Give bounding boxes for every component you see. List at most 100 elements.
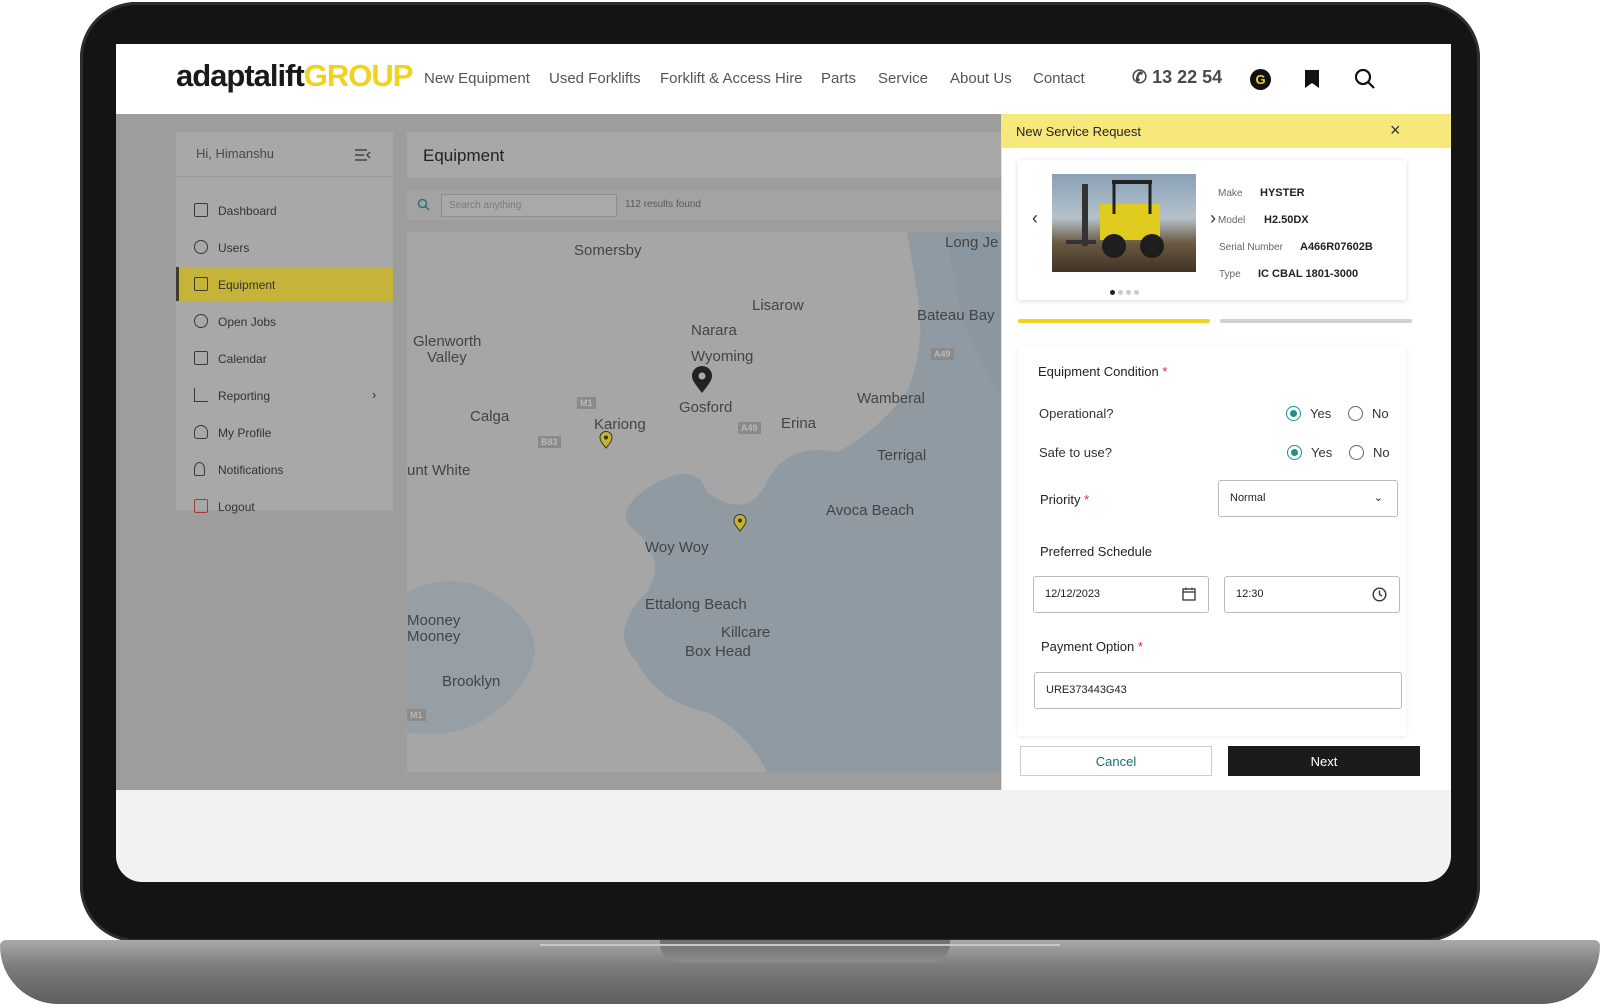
map-place: Box Head	[685, 643, 751, 660]
safe-yes-radio[interactable]	[1287, 445, 1302, 460]
serial-label: Serial Number	[1219, 242, 1283, 253]
g-account-icon[interactable]: G	[1250, 69, 1271, 90]
greeting: Hi, Himanshu	[196, 146, 275, 161]
bookmark-icon[interactable]	[1304, 69, 1320, 94]
radio-label: No	[1373, 445, 1390, 460]
operational-question: Operational?	[1039, 406, 1114, 421]
map-place: Ettalong Beach	[645, 596, 747, 613]
search-bar: Search anything 112 results found	[407, 190, 1027, 220]
phone-link[interactable]: ✆ 13 22 54	[1132, 67, 1222, 88]
calendar-icon	[194, 351, 208, 365]
map-place: Somersby	[574, 242, 642, 259]
type-label: Type	[1219, 269, 1241, 280]
map-place: Glenworth	[413, 333, 482, 350]
map-place: unt White	[407, 462, 471, 479]
panel-header: New Service Request ×	[1002, 114, 1451, 148]
payment-label: Payment Option *	[1041, 639, 1143, 654]
cancel-button[interactable]: Cancel	[1020, 746, 1212, 776]
sidebar-item-logout[interactable]: Logout	[176, 489, 393, 523]
map-place: Gosford	[679, 399, 733, 416]
equipment-header: Equipment	[407, 132, 1027, 178]
nav-contact[interactable]: Contact	[1033, 70, 1085, 87]
carousel-next-icon[interactable]: ›	[1210, 208, 1216, 229]
next-button[interactable]: Next	[1228, 746, 1420, 776]
calendar-icon[interactable]	[1182, 587, 1196, 604]
search-icon	[417, 198, 430, 216]
chevron-right-icon: ›	[372, 387, 377, 402]
carousel-dot[interactable]	[1126, 290, 1131, 295]
sidebar-item-dashboard[interactable]: Dashboard	[176, 193, 393, 227]
map-place: Avoca Beach	[826, 502, 915, 519]
map-place: Long Je	[945, 234, 999, 251]
sidebar-item-notifications[interactable]: Notifications	[176, 452, 393, 486]
nav-parts[interactable]: Parts	[821, 70, 856, 87]
map-place: Terrigal	[877, 447, 927, 464]
map-pin-icon[interactable]	[599, 431, 613, 454]
logout-icon	[194, 499, 208, 513]
priority-label: Priority *	[1040, 492, 1090, 507]
time-input[interactable]: 12:30	[1224, 576, 1400, 613]
operational-yes-radio[interactable]	[1286, 406, 1301, 421]
carousel-dot[interactable]	[1110, 290, 1115, 295]
model-label: Model	[1218, 215, 1246, 226]
results-count: 112 results found	[625, 199, 701, 210]
carousel-dot[interactable]	[1134, 290, 1139, 295]
map-place: Lisarow	[752, 297, 804, 314]
type-value: IC CBAL 1801-3000	[1258, 268, 1359, 280]
condition-label: Equipment Condition *	[1038, 364, 1168, 379]
map[interactable]: Somersby Long Je Lisarow Narara Glenwort…	[407, 232, 1027, 772]
map-place: Wamberal	[857, 390, 925, 407]
safe-no-radio[interactable]	[1349, 445, 1364, 460]
clock-icon[interactable]	[1372, 587, 1387, 605]
sidebar-item-calendar[interactable]: Calendar	[176, 341, 393, 375]
sidebar-item-users[interactable]: Users	[176, 230, 393, 264]
progress-step-active	[1018, 319, 1210, 323]
nav-new-equipment[interactable]: New Equipment	[424, 70, 530, 87]
page-title: Equipment	[423, 146, 505, 165]
carousel-dot[interactable]	[1118, 290, 1123, 295]
sidebar-item-equipment[interactable]: Equipment	[176, 267, 393, 301]
nav-used-forklifts[interactable]: Used Forklifts	[549, 70, 641, 87]
make-label: Make	[1218, 188, 1243, 199]
sidebar-item-my-profile[interactable]: My Profile	[176, 415, 393, 449]
map-place: Brooklyn	[442, 673, 501, 690]
sidebar-divider	[176, 176, 393, 177]
phone-icon: ✆	[1132, 67, 1148, 87]
sidebar-item-open-jobs[interactable]: Open Jobs	[176, 304, 393, 338]
priority-select[interactable]: Normal ⌄	[1218, 480, 1398, 517]
chevron-down-icon: ⌄	[1373, 492, 1383, 504]
map-place: Woy Woy	[645, 539, 709, 556]
brand-logo[interactable]: adaptaliftGROUP	[176, 58, 413, 94]
nav-service[interactable]: Service	[878, 70, 928, 87]
close-icon[interactable]: ×	[1390, 120, 1401, 141]
laptop-mockup: adaptaliftGROUP New Equipment Used Forkl…	[0, 0, 1600, 1008]
map-pin-icon[interactable]	[691, 366, 713, 399]
road-shield: A49	[931, 348, 954, 360]
radio-label: No	[1372, 406, 1389, 421]
chart-icon	[194, 388, 208, 402]
forklift-icon	[194, 277, 208, 291]
equipment-card: ‹ › Make HYSTER Model H2.50DX Serial Num…	[1018, 160, 1406, 300]
map-pin-icon[interactable]	[733, 514, 747, 537]
nav-about-us[interactable]: About Us	[950, 70, 1012, 87]
laptop-hinge	[540, 944, 1060, 946]
search-input[interactable]: Search anything	[441, 194, 617, 217]
jobs-icon	[194, 314, 208, 328]
profile-icon	[194, 425, 208, 439]
carousel-prev-icon[interactable]: ‹	[1032, 208, 1038, 229]
service-form: Equipment Condition * Operational? Yes N…	[1018, 346, 1406, 736]
search-icon[interactable]	[1354, 68, 1376, 95]
carousel-dots	[1110, 282, 1142, 300]
operational-no-radio[interactable]	[1348, 406, 1363, 421]
sidebar-item-reporting[interactable]: Reporting ›	[176, 378, 393, 412]
payment-input[interactable]: URE373443G43	[1034, 672, 1402, 709]
sidebar: Hi, Himanshu Dashboard Users Equipment O…	[176, 132, 393, 514]
map-place: Erina	[781, 415, 817, 432]
panel-title: New Service Request	[1016, 124, 1141, 139]
date-input[interactable]: 12/12/2023	[1033, 576, 1209, 613]
menu-collapse-icon[interactable]	[354, 148, 372, 166]
map-place: Calga	[470, 408, 510, 425]
top-nav: adaptaliftGROUP New Equipment Used Forkl…	[116, 44, 1451, 114]
nav-forklift-access-hire[interactable]: Forklift & Access Hire	[660, 70, 803, 87]
road-shield: A49	[738, 422, 761, 434]
